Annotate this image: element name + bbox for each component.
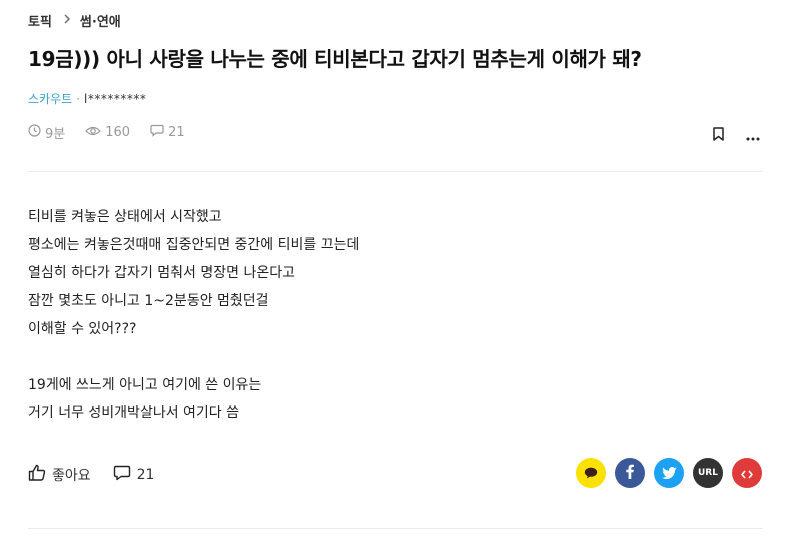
views-count: 160 [105, 125, 131, 140]
body-line: 티비를 켜놓은 상태에서 시작했고 [28, 209, 222, 225]
body-line: 거기 너무 성비개박살나서 여기다 씀 [28, 405, 239, 421]
views-stat: 160 [85, 125, 130, 141]
chevron-right-icon [63, 12, 71, 28]
breadcrumb-topic[interactable]: 토픽 [28, 11, 52, 30]
post-author: 스카우트 · l********* [28, 90, 146, 107]
bookmark-icon[interactable] [713, 126, 724, 145]
comment-count: 21 [136, 466, 155, 483]
kakao-share-button[interactable] [576, 458, 606, 488]
url-label: URL [698, 468, 718, 478]
body-line: 평소에는 켜놓은것때매 집중안되면 중간에 티비를 끄는데 [28, 237, 360, 253]
facebook-share-button[interactable] [615, 458, 645, 488]
post-actions: 좋아요 21 [28, 464, 176, 485]
time-stat: 9분 [28, 123, 65, 142]
twitter-bird-icon [661, 464, 677, 483]
body-line: 이해할 수 있어??? [28, 321, 137, 337]
clock-icon [28, 124, 45, 141]
comment-icon [113, 465, 137, 485]
like-button[interactable]: 좋아요 [28, 464, 91, 485]
post-meta: 9분 160 21 [28, 123, 205, 142]
post-body: 티비를 켜놓은 상태에서 시작했고 평소에는 켜놓은것때매 집중안되면 중간에 … [28, 203, 359, 427]
breadcrumb-category[interactable]: 썸·연애 [80, 11, 121, 30]
twitter-share-button[interactable] [654, 458, 684, 488]
body-line: 열심히 하다가 갑자기 멈춰서 명장면 나온다고 [28, 265, 295, 281]
time-text: 9분 [45, 127, 66, 142]
kakao-talk-icon [584, 464, 598, 483]
eye-icon [85, 125, 105, 141]
facebook-icon [626, 464, 634, 483]
body-line: 잠깐 몇초도 아니고 1~2분동안 멈췄던걸 [28, 293, 269, 309]
share-buttons: URL [567, 458, 762, 488]
author-channel-link[interactable]: 스카우트 [28, 90, 72, 107]
header-divider [28, 171, 763, 172]
body-line: 19게에 쓰느게 아니고 여기에 쓴 이유는 [28, 377, 262, 393]
comments-stat: 21 [150, 124, 185, 141]
post-title: 19금))) 아니 사랑을 나누는 중에 티비본다고 갑자기 멈추는게 이해가 … [28, 47, 642, 71]
comment-icon [150, 124, 168, 141]
comment-button[interactable]: 21 [113, 465, 155, 485]
comments-count: 21 [168, 125, 185, 140]
breadcrumb: 토픽 썸·연애 [28, 10, 121, 30]
embed-code-button[interactable] [732, 458, 762, 488]
author-nickname: l********* [84, 91, 147, 106]
more-options-icon[interactable] [746, 126, 760, 145]
author-separator: · [76, 91, 80, 106]
url-copy-button[interactable]: URL [693, 458, 723, 488]
like-label: 좋아요 [52, 467, 91, 484]
footer-divider [28, 528, 763, 529]
body-line [28, 343, 359, 371]
thumbs-up-icon [28, 464, 52, 485]
post-tools [713, 126, 760, 145]
code-icon [741, 464, 753, 483]
